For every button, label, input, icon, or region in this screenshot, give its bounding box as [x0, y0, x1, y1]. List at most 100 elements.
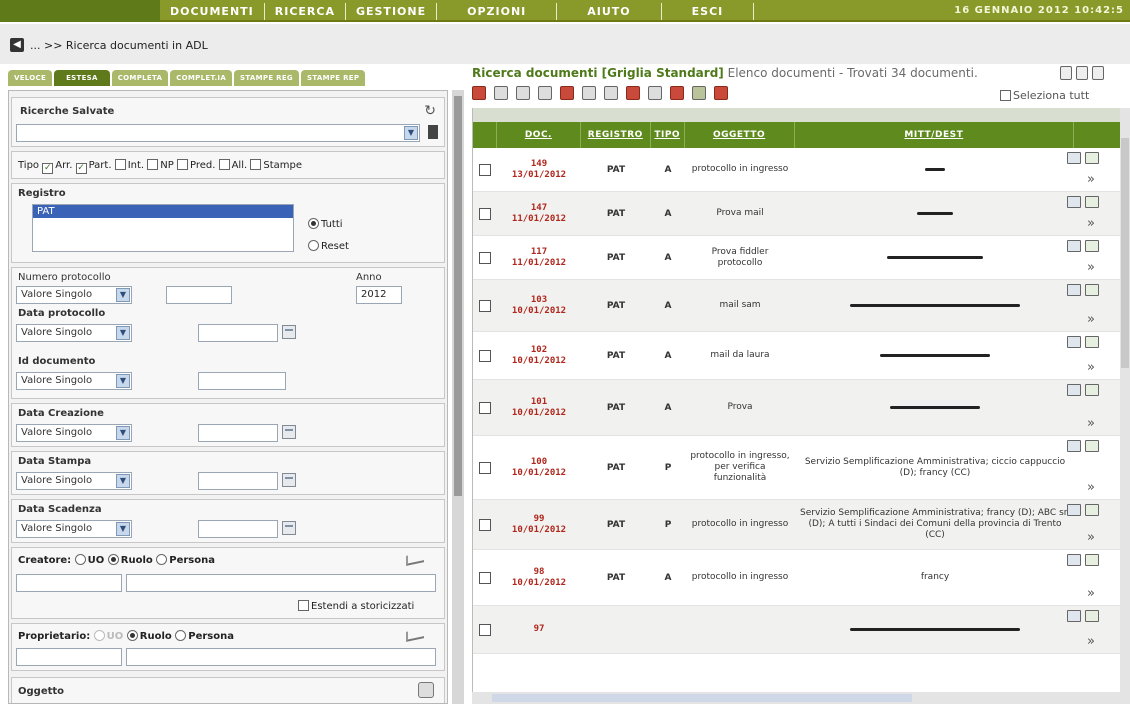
export-doc-icon[interactable]: [1060, 66, 1072, 80]
tab-completia[interactable]: COMPLET.IA: [170, 70, 233, 86]
row-checkbox[interactable]: [479, 207, 491, 220]
data-scadenza-select[interactable]: Valore Singolo ▼: [16, 520, 132, 538]
back-icon[interactable]: ◀: [10, 38, 24, 52]
table-row[interactable]: 101 10/01/2012 PAT A Prova »: [473, 380, 1123, 436]
forward-icon[interactable]: »: [1087, 635, 1101, 648]
data-protocollo-input[interactable]: [198, 324, 278, 342]
doc-cell[interactable]: 103 10/01/2012: [497, 280, 581, 331]
col-mitt-dest[interactable]: MITT/DEST: [795, 122, 1075, 148]
proprietario-ruolo-radio[interactable]: [126, 630, 138, 641]
mail-icon[interactable]: [1085, 554, 1099, 566]
tipo-np-checkbox[interactable]: [147, 159, 159, 170]
forward-icon[interactable]: »: [1087, 587, 1101, 600]
forward-icon[interactable]: »: [1087, 417, 1101, 430]
mail-icon[interactable]: [1085, 504, 1099, 516]
row-checkbox[interactable]: [479, 401, 491, 414]
trash-icon[interactable]: [428, 125, 438, 139]
mail-flag-icon[interactable]: [560, 86, 574, 100]
tab-stampe-rep[interactable]: STAMPE REP: [300, 70, 366, 86]
proprietario-persona-radio[interactable]: [175, 630, 187, 641]
radio-tutti[interactable]: [308, 218, 319, 229]
doc-cell[interactable]: 147 11/01/2012: [497, 192, 581, 235]
row-checkbox[interactable]: [479, 571, 491, 584]
radio-tutti-row[interactable]: Tutti: [308, 218, 343, 230]
mail-icon[interactable]: [1085, 610, 1099, 622]
bookmark-icon[interactable]: [472, 86, 486, 100]
table-row[interactable]: 102 10/01/2012 PAT Amail da laura »: [473, 332, 1123, 380]
table-row[interactable]: 147 11/01/2012 PAT A Prova mail »: [473, 192, 1123, 236]
archive-icon[interactable]: [670, 86, 684, 100]
mail-icon[interactable]: [1085, 336, 1099, 348]
forward-icon[interactable]: »: [1087, 173, 1101, 186]
doc-cell[interactable]: 117 11/01/2012: [497, 236, 581, 279]
doc-number[interactable]: 117: [531, 247, 547, 258]
document-icon[interactable]: [582, 86, 596, 100]
mail-icon[interactable]: [1085, 384, 1099, 396]
data-stampa-select[interactable]: Valore Singolo ▼: [16, 472, 132, 490]
view-details-icon[interactable]: [1067, 554, 1081, 566]
tipo-all-checkbox[interactable]: [218, 159, 230, 170]
oggetto-lookup-icon[interactable]: [418, 682, 434, 698]
mail-icon[interactable]: [1085, 240, 1099, 252]
select-all-row[interactable]: Seleziona tutt: [1000, 89, 1089, 102]
tipo-int-checkbox[interactable]: [114, 159, 126, 170]
table-row[interactable]: 99 10/01/2012 PAT Pprotocollo in ingresso Se…: [473, 500, 1123, 550]
row-checkbox[interactable]: [479, 251, 491, 264]
row-checkbox[interactable]: [479, 623, 491, 636]
row-checkbox[interactable]: [479, 518, 491, 531]
creatore-persona-radio[interactable]: [156, 554, 168, 565]
doc-cell[interactable]: 97: [497, 606, 581, 653]
calendar-icon[interactable]: [282, 325, 296, 339]
select-all-checkbox[interactable]: [1000, 90, 1011, 101]
view-details-icon[interactable]: [1067, 610, 1081, 622]
doc-number[interactable]: 101: [531, 397, 547, 408]
forward-icon[interactable]: »: [1087, 261, 1101, 274]
table-row[interactable]: 100 10/01/2012 PAT Pprotocollo in ingresso,…: [473, 436, 1123, 500]
print-icon[interactable]: [494, 86, 508, 100]
view-details-icon[interactable]: [1067, 196, 1081, 208]
pdf-icon[interactable]: [626, 86, 640, 100]
calendar-icon[interactable]: [282, 425, 296, 439]
mail-icon[interactable]: [1085, 196, 1099, 208]
data-scadenza-input[interactable]: [198, 520, 278, 538]
data-stampa-input[interactable]: [198, 472, 278, 490]
creatore-code-input[interactable]: [16, 574, 122, 592]
col-doc[interactable]: DOC.: [497, 122, 581, 148]
table-row[interactable]: 149 13/01/2012 PAT Aprotocollo in ingresso »: [473, 148, 1123, 192]
view-details-icon[interactable]: [1067, 240, 1081, 252]
creatore-desc-input[interactable]: [126, 574, 436, 592]
mail-icon[interactable]: [1085, 152, 1099, 164]
address-book-icon[interactable]: [406, 628, 424, 642]
anno-input[interactable]: 2012: [356, 286, 402, 304]
estendi-row[interactable]: Estendi a storicizzati: [298, 600, 414, 612]
vertical-scrollbar[interactable]: [1120, 108, 1130, 704]
address-book-icon[interactable]: [406, 552, 424, 566]
export-list-icon[interactable]: [1076, 66, 1088, 80]
radio-reset-row[interactable]: Reset: [308, 240, 349, 252]
table-row[interactable]: 103 10/01/2012 PAT Amail sam »: [473, 280, 1123, 332]
view-details-icon[interactable]: [1067, 152, 1081, 164]
table-row[interactable]: 97 »: [473, 606, 1123, 654]
menu-aiuto[interactable]: AIUTO: [557, 3, 662, 20]
forward-icon[interactable]: »: [1087, 361, 1101, 374]
menu-gestione[interactable]: GESTIONE: [346, 3, 438, 20]
menu-opzioni[interactable]: OPZIONI: [437, 3, 558, 20]
mail-icon[interactable]: [1085, 440, 1099, 452]
proprietario-desc-input[interactable]: [126, 648, 436, 666]
horizontal-scroll-thumb[interactable]: [492, 694, 912, 702]
row-checkbox[interactable]: [479, 163, 491, 176]
calendar-icon[interactable]: [282, 473, 296, 487]
estendi-checkbox[interactable]: [298, 600, 309, 611]
doc-number[interactable]: 102: [531, 345, 547, 356]
proprietario-uo-radio[interactable]: [93, 630, 105, 641]
scan-icon[interactable]: [648, 86, 662, 100]
transfer-icon[interactable]: [692, 86, 706, 100]
forward-icon[interactable]: »: [1087, 481, 1101, 494]
data-creazione-input[interactable]: [198, 424, 278, 442]
doc-number[interactable]: 97: [534, 624, 545, 635]
table-row[interactable]: 117 11/01/2012 PAT A Prova fiddler protocoll…: [473, 236, 1123, 280]
forward-icon[interactable]: »: [1087, 217, 1101, 230]
tab-estesa[interactable]: ESTESA: [54, 70, 110, 86]
save-icon[interactable]: [516, 86, 530, 100]
menu-esci[interactable]: ESCI: [662, 3, 755, 20]
